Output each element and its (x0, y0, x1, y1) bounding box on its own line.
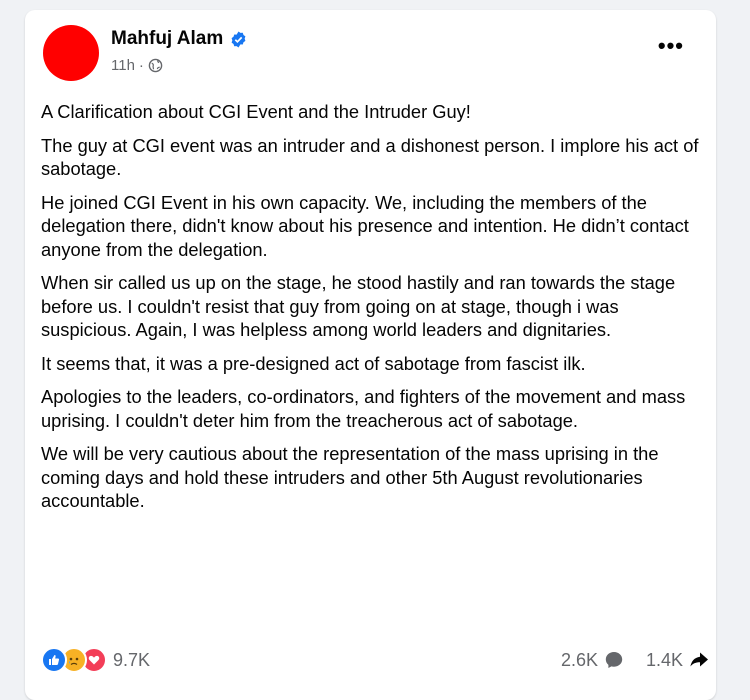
globe-icon[interactable] (148, 58, 163, 73)
share-icon (690, 652, 708, 667)
share-count: 1.4K (645, 649, 683, 670)
author-name[interactable]: Mahfuj Alam (111, 28, 223, 50)
post-time[interactable]: 11h (111, 57, 135, 74)
more-options-icon[interactable]: ••• (658, 35, 684, 57)
post-paragraph: He joined CGI Event in his own capacity.… (41, 191, 689, 260)
post-paragraph: When sir called us up on the stage, he s… (41, 272, 676, 340)
author-row: Mahfuj Alam (111, 28, 247, 50)
post-footer: 9.7K 2.6K 1.4K (41, 647, 709, 673)
post-card: Mahfuj Alam 11h · ••• A Clarification ab… (25, 10, 716, 700)
comment-icon (605, 652, 623, 668)
shares-link[interactable]: 1.4K (646, 650, 709, 671)
post-paragraph: A Clarification about CGI Event and the … (41, 101, 471, 122)
verified-badge-icon (231, 31, 246, 47)
meta-separator: · (138, 57, 144, 74)
post-paragraph: The guy at CGI event was an intruder and… (41, 134, 699, 180)
reaction-count: 9.7K (113, 649, 151, 670)
post-meta: 11h · (111, 57, 163, 74)
avatar[interactable] (43, 25, 99, 81)
comments-link[interactable]: 2.6K (561, 650, 624, 671)
reactions-summary[interactable]: 9.7K (41, 647, 150, 673)
comment-count: 2.6K (560, 649, 598, 670)
post-paragraph: We will be very cautious about the repre… (41, 443, 659, 511)
post-paragraph: Apologies to the leaders, co-ordinators,… (41, 386, 686, 431)
post-paragraph: It seems that, it was a pre-designed act… (41, 352, 586, 374)
like-icon (41, 647, 67, 673)
post-body: A Clarification about CGI Event and the … (41, 100, 709, 523)
engagement-stats: 2.6K 1.4K (539, 650, 709, 671)
